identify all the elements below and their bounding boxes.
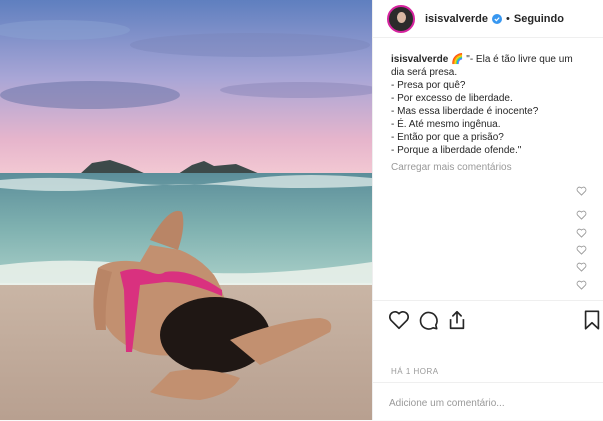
comment-icon[interactable] [417, 309, 439, 331]
load-more-comments-link[interactable]: Carregar mais comentários [391, 162, 512, 173]
post-timestamp[interactable]: HÁ 1 HORA [391, 367, 439, 376]
post-actions [373, 300, 603, 341]
separator-dot: • [506, 12, 510, 25]
comment-like-heart-icon[interactable] [576, 280, 587, 290]
post-photo[interactable] [0, 0, 372, 420]
caption-line: - É. Até mesmo ingênua. [391, 119, 501, 130]
caption-line: - Presa por quê? [391, 80, 466, 91]
beach-photo-illustration [0, 0, 372, 420]
caption-line: dia será presa. [391, 67, 458, 78]
comment-like-heart-icon[interactable] [576, 262, 587, 272]
caption-line: - Então por que a prisão? [391, 132, 504, 143]
comment-like-heart-icon[interactable] [576, 186, 587, 196]
caption-first-line: isisvalverde 🌈 "- Ela é tão livre que um [391, 53, 596, 66]
caption-line: - Porque a liberdade ofende." [391, 145, 522, 156]
comment-like-heart-icon[interactable] [576, 228, 587, 238]
instagram-post: isisvalverde • Seguindo isisvalverde 🌈 "… [0, 0, 603, 420]
caption: isisvalverde 🌈 "- Ela é tão livre que um… [391, 53, 596, 157]
username-link[interactable]: isisvalverde [425, 13, 488, 25]
following-button[interactable]: Seguindo [514, 13, 564, 25]
add-comment-bar [373, 382, 603, 421]
caption-line: - Mas essa liberdade é inocente? [391, 106, 539, 117]
verified-badge-icon [492, 13, 502, 24]
caption-text: 🌈 "- Ela é tão livre que um [451, 54, 573, 65]
comment-input[interactable] [387, 392, 591, 414]
bookmark-icon[interactable] [581, 309, 603, 331]
post-header: isisvalverde • Seguindo [373, 0, 603, 38]
caption-username[interactable]: isisvalverde [391, 54, 448, 65]
comment-like-heart-icon[interactable] [576, 245, 587, 255]
heart-icon[interactable] [388, 309, 410, 331]
comment-like-heart-icon[interactable] [576, 210, 587, 220]
share-icon[interactable] [446, 309, 468, 331]
post-side-panel: isisvalverde • Seguindo isisvalverde 🌈 "… [372, 0, 603, 420]
caption-line: - Por excesso de liberdade. [391, 93, 513, 104]
avatar[interactable] [387, 4, 415, 33]
